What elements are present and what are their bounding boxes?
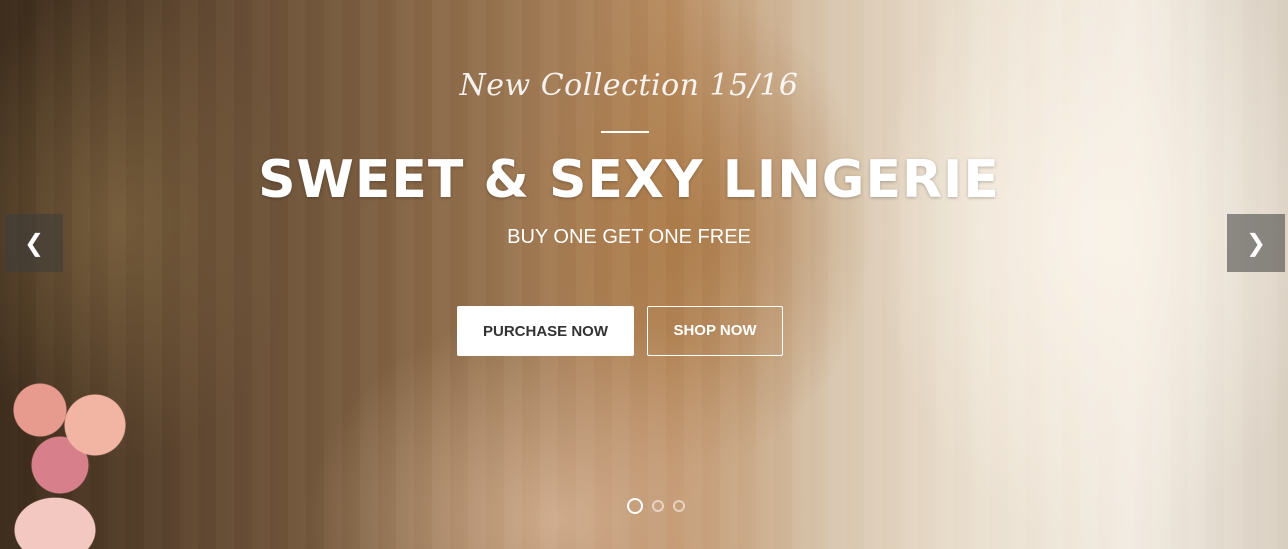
pagination-dot-3[interactable] [673, 500, 685, 512]
pagination-dot-1[interactable] [627, 498, 643, 514]
chevron-left-icon: ❮ [23, 229, 45, 257]
hero-slider: New Collection 15/16 SWEET & SEXY LINGER… [0, 0, 1288, 549]
slide-title: SWEET & SEXY LINGERIE [258, 150, 1000, 210]
slide-pagination [627, 498, 685, 514]
purchase-now-button[interactable]: PURCHASE NOW [457, 306, 634, 356]
caption-divider [601, 131, 649, 133]
prev-slide-button[interactable]: ❮ [5, 214, 63, 272]
slide-subtitle: New Collection 15/16 [459, 68, 799, 103]
slide-tagline: BUY ONE GET ONE FREE [507, 226, 751, 248]
next-slide-button[interactable]: ❯ [1227, 214, 1285, 272]
chevron-right-icon: ❯ [1245, 229, 1267, 257]
pagination-dot-2[interactable] [652, 500, 664, 512]
shop-now-button[interactable]: SHOP NOW [647, 306, 783, 356]
roses-decoration [0, 370, 160, 549]
